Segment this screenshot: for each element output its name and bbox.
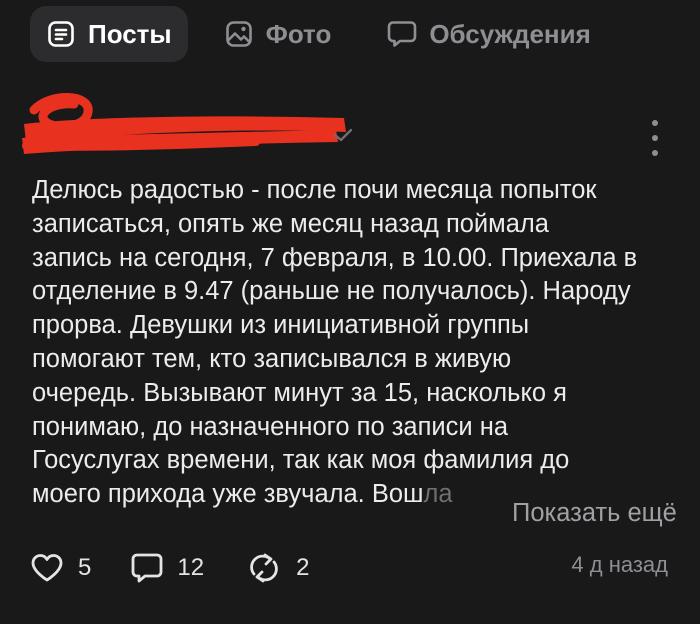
post-text-faded-end: ла	[423, 480, 453, 509]
post-text-last-line-start: моего прихода уже звучала. Вош	[32, 480, 424, 509]
post-text-line: помогают тем, кто записывался в живую	[32, 344, 512, 373]
discussion-icon	[387, 19, 417, 49]
comment-count: 12	[177, 554, 205, 581]
post-text-line: прорва. Девушки из инициативной группы	[32, 311, 530, 340]
more-dot-icon	[652, 135, 658, 141]
post-text-line: запись на сегодня, 7 февраля, в 10.00. П…	[32, 243, 638, 272]
like-button[interactable]: 5	[30, 553, 91, 583]
tab-discussions[interactable]: Обсуждения	[373, 6, 604, 62]
show-more-link[interactable]: Показать ещё	[490, 497, 677, 531]
verified-check-icon	[333, 128, 353, 142]
heart-icon	[31, 554, 63, 582]
post-author[interactable]	[16, 88, 356, 168]
tab-posts-label: Посты	[88, 18, 172, 49]
post-text-line: Делюсь радостью - после почи месяца попы…	[32, 176, 597, 204]
tab-discussions-label: Обсуждения	[429, 18, 591, 49]
tab-photo[interactable]: Фото	[210, 6, 346, 62]
more-options-button[interactable]	[640, 120, 670, 156]
post-text-line: Госуслугах времени, так как моя фамилия …	[32, 446, 570, 475]
author-censor-scribble	[22, 93, 346, 154]
post-text: Делюсь радостью - после почи месяца попы…	[32, 174, 672, 512]
post-timestamp: 4 д назад	[571, 552, 668, 577]
like-count: 5	[78, 554, 92, 581]
post-text-line: отделение в 9.47 (раньше не получалось).…	[32, 277, 631, 306]
post-actions: 5 12 2	[30, 548, 309, 588]
comment-button[interactable]: 12	[131, 552, 204, 584]
posts-icon	[46, 19, 76, 49]
repost-icon	[250, 553, 278, 583]
post-text-line: очередь. Вызывают минут за 15, насколько…	[32, 378, 567, 407]
tab-posts[interactable]: Посты	[30, 6, 188, 62]
post-text-line: записаться, опять же месяц назад поймала	[32, 209, 549, 238]
photo-icon	[224, 19, 254, 49]
repost-button[interactable]: 2	[246, 552, 309, 584]
profile-tabs: Посты Фото Обсуждения	[30, 6, 633, 62]
repost-count: 2	[296, 554, 310, 581]
post-text-line: понимаю, до назначенного по записи на	[32, 412, 509, 441]
tab-photo-label: Фото	[265, 18, 332, 49]
comment-icon	[131, 553, 163, 583]
more-dot-icon	[652, 120, 658, 126]
more-dot-icon	[652, 150, 658, 156]
